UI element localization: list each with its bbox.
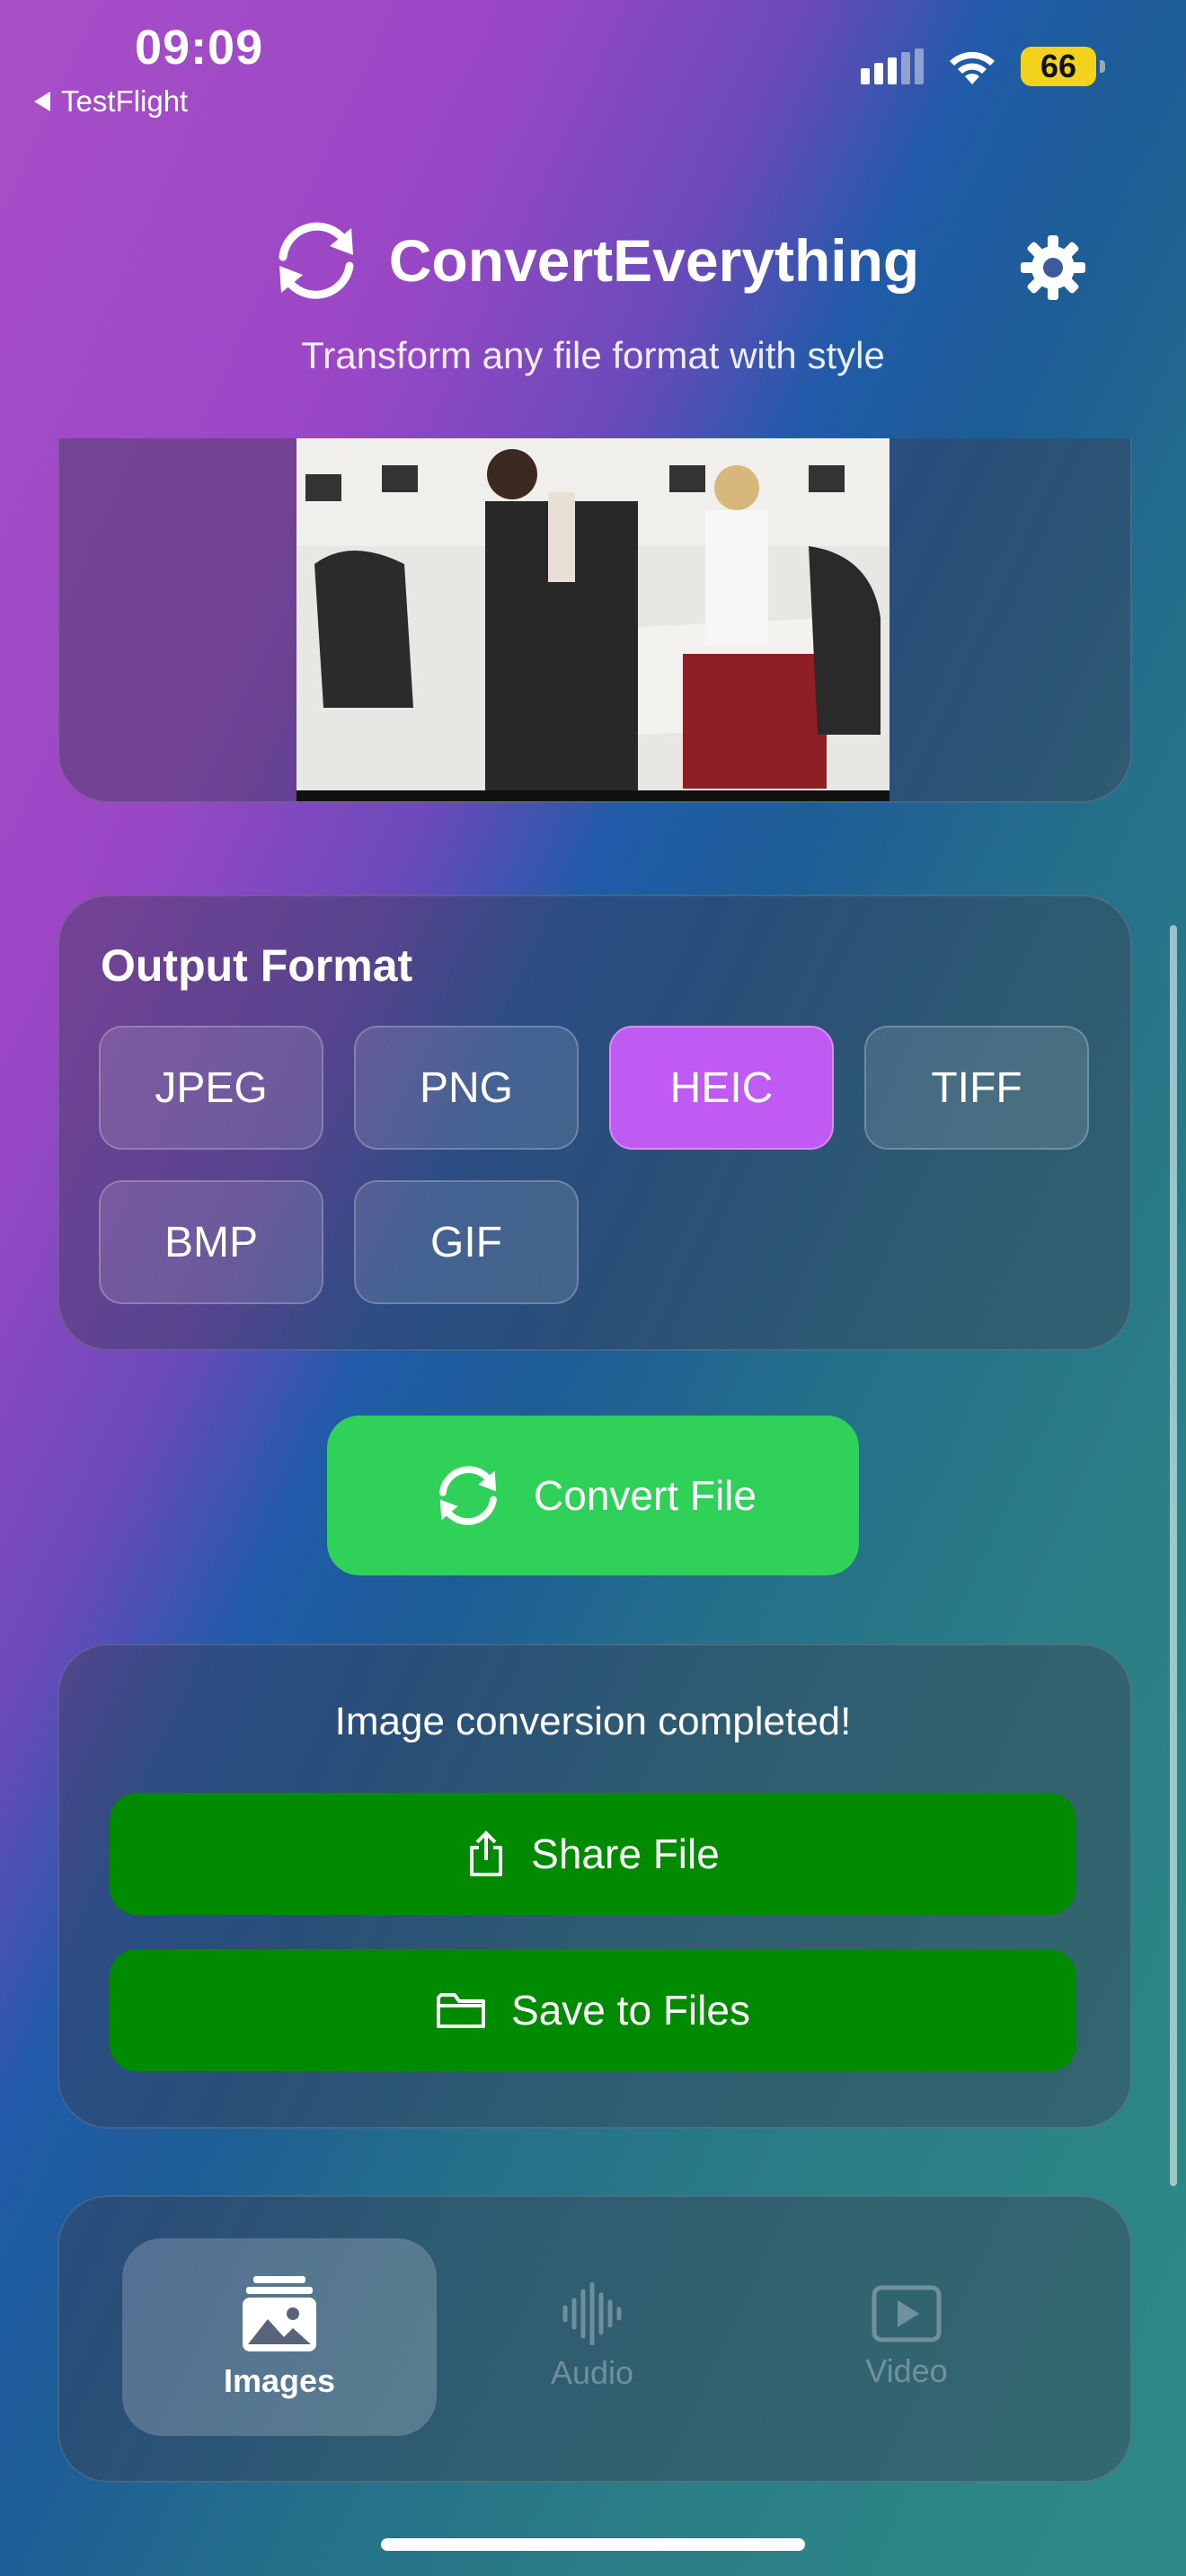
play-rectangle-icon (872, 2285, 942, 2342)
scrollbar[interactable] (1170, 925, 1177, 2186)
wifi-icon (950, 51, 995, 84)
save-to-files-label: Save to Files (511, 1987, 750, 2033)
images-icon (243, 2276, 316, 2351)
refresh-icon (439, 1466, 497, 1525)
conversion-status-message: Image conversion completed! (334, 1699, 852, 1743)
format-option-heic[interactable]: HEIC (609, 1026, 834, 1150)
output-format-title: Output Format (101, 940, 413, 991)
format-option-tiff[interactable]: TIFF (864, 1026, 1089, 1150)
app-title: ConvertEverything (388, 227, 920, 294)
tab-video-label: Video (865, 2352, 948, 2389)
tab-images[interactable]: Images (122, 2238, 437, 2436)
status-indicators: 66 (861, 47, 1105, 86)
format-option-bmp[interactable]: BMP (99, 1180, 323, 1304)
tab-images-label: Images (223, 2362, 336, 2399)
folder-icon (437, 1993, 486, 2028)
app-header: ConvertEverything (0, 216, 1186, 305)
waveform-icon (562, 2282, 622, 2345)
format-option-png[interactable]: PNG (354, 1026, 579, 1150)
tab-audio[interactable]: Audio (435, 2238, 749, 2436)
battery-level: 66 (1040, 48, 1077, 84)
refresh-icon (279, 222, 354, 299)
format-option-jpeg[interactable]: JPEG (99, 1026, 323, 1150)
convert-file-label: Convert File (534, 1472, 757, 1519)
tab-audio-label: Audio (550, 2354, 634, 2391)
tab-video[interactable]: Video (749, 2238, 1064, 2436)
back-to-app-button[interactable]: TestFlight (34, 84, 188, 119)
convert-file-button[interactable]: Convert File (327, 1416, 859, 1575)
share-file-label: Share File (531, 1831, 720, 1877)
gear-icon[interactable] (1019, 234, 1087, 302)
save-to-files-button[interactable]: Save to Files (110, 1949, 1076, 2071)
cellular-signal-icon (861, 49, 924, 84)
status-time: 09:09 (135, 21, 264, 75)
preview-image (296, 438, 890, 801)
home-indicator[interactable] (381, 2538, 805, 2551)
share-icon (470, 1831, 503, 1876)
app-subtitle: Transform any file format with style (301, 334, 885, 376)
battery-indicator: 66 (1021, 47, 1105, 86)
share-file-button[interactable]: Share File (110, 1793, 1076, 1915)
back-app-label: TestFlight (61, 84, 189, 118)
back-arrow-icon (34, 92, 50, 111)
format-option-gif[interactable]: GIF (354, 1180, 579, 1304)
